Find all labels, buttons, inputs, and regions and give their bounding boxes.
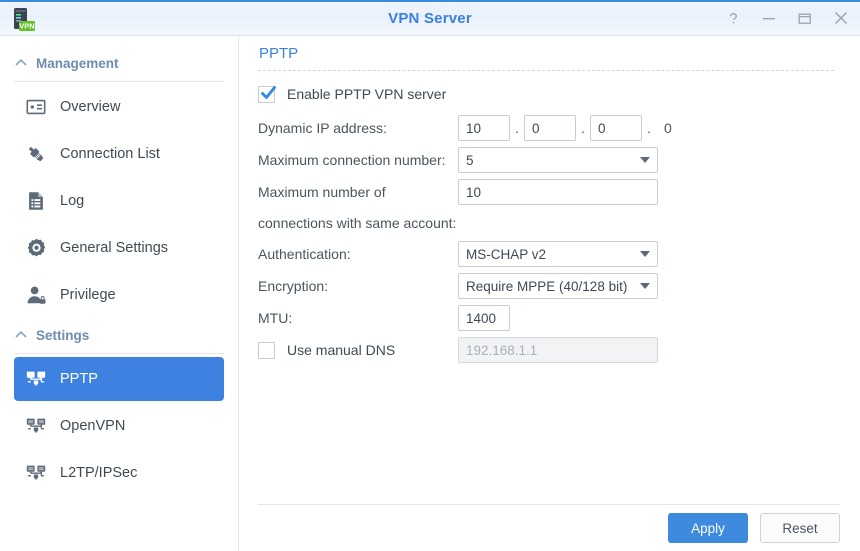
dynamic-ip-row: Dynamic IP address: 10 . 0 . 0 . 0 xyxy=(258,112,840,144)
footer-actions: Apply Reset xyxy=(668,513,840,543)
sidebar-group-management[interactable]: Management xyxy=(0,49,238,77)
checkmark-icon xyxy=(258,82,279,103)
title-divider xyxy=(258,70,834,71)
document-list-icon xyxy=(24,189,48,213)
page-title: PPTP xyxy=(259,45,299,62)
encryption-row: Encryption: Require MPPE (40/128 bit) xyxy=(258,270,840,302)
max-connections-label: Maximum connection number: xyxy=(258,152,446,168)
ip-separator: . xyxy=(581,120,585,136)
enable-pptp-row: Enable PPTP VPN server xyxy=(258,79,840,109)
sidebar-item-label: Connection List xyxy=(60,146,160,162)
chevron-up-icon xyxy=(14,328,28,342)
manual-dns-input[interactable]: 192.168.1.1 xyxy=(458,337,658,363)
apply-button[interactable]: Apply xyxy=(668,513,748,543)
sidebar-item-privilege[interactable]: Privilege xyxy=(14,273,224,317)
gear-icon xyxy=(24,236,48,260)
enable-pptp-checkbox[interactable] xyxy=(258,85,276,103)
window-controls xyxy=(724,8,850,28)
sidebar-group-settings[interactable]: Settings xyxy=(0,321,238,349)
sidebar-item-label: OpenVPN xyxy=(60,418,126,434)
encryption-label: Encryption: xyxy=(258,278,329,294)
window-body: Management Overview Connection List Log … xyxy=(0,37,860,551)
sidebar-item-overview[interactable]: Overview xyxy=(14,85,224,129)
ip-separator: . xyxy=(647,120,651,136)
sidebar-item-label: General Settings xyxy=(60,240,169,256)
mtu-label: MTU: xyxy=(258,310,293,326)
network-monitors-icon xyxy=(24,367,48,391)
vpn-server-window: VPN VPN Server Management Overview Conne… xyxy=(0,0,860,551)
sidebar-divider xyxy=(14,353,224,354)
minimize-icon[interactable] xyxy=(760,8,778,28)
plug-icon xyxy=(24,142,48,166)
max-connections-value: 5 xyxy=(466,152,474,168)
max-connections-row: Maximum connection number: 5 xyxy=(258,144,840,176)
network-monitors-icon xyxy=(24,461,48,485)
manual-dns-row: Use manual DNS 192.168.1.1 xyxy=(258,334,840,366)
authentication-row: Authentication: MS-CHAP v2 xyxy=(258,238,840,270)
ip-separator: . xyxy=(515,120,519,136)
authentication-select[interactable]: MS-CHAP v2 xyxy=(458,241,658,267)
max-same-account-label-line2: connections with same account: xyxy=(258,215,457,231)
sidebar: Management Overview Connection List Log … xyxy=(0,37,239,551)
mtu-input[interactable]: 1400 xyxy=(458,305,510,331)
sidebar-divider xyxy=(14,81,224,82)
sidebar-item-general-settings[interactable]: General Settings xyxy=(14,226,224,270)
authentication-value: MS-CHAP v2 xyxy=(466,246,547,262)
chevron-up-icon xyxy=(14,56,28,70)
authentication-label: Authentication: xyxy=(258,246,351,262)
enable-pptp-label: Enable PPTP VPN server xyxy=(287,86,447,102)
pptp-settings-form: Enable PPTP VPN server Dynamic IP addres… xyxy=(258,79,840,366)
sidebar-item-log[interactable]: Log xyxy=(14,179,224,223)
manual-dns-label-group: Use manual DNS xyxy=(258,341,458,359)
id-card-icon xyxy=(24,95,48,119)
sidebar-item-label: Privilege xyxy=(60,287,116,303)
dynamic-ip-octet3-input[interactable]: 0 xyxy=(590,115,642,141)
encryption-select[interactable]: Require MPPE (40/128 bit) xyxy=(458,273,658,299)
help-icon[interactable] xyxy=(724,8,742,28)
sidebar-item-label: Log xyxy=(60,193,85,209)
chevron-down-icon xyxy=(640,157,650,163)
dynamic-ip-octet4-value: 0 xyxy=(664,120,672,136)
dynamic-ip-label: Dynamic IP address: xyxy=(258,120,387,136)
max-same-account-row: Maximum number of 10 xyxy=(258,176,840,208)
reset-button[interactable]: Reset xyxy=(760,513,840,543)
encryption-value: Require MPPE (40/128 bit) xyxy=(466,278,628,294)
sidebar-group-label: Settings xyxy=(36,327,90,343)
sidebar-item-l2tp-ipsec[interactable]: L2TP/IPSec xyxy=(14,451,224,495)
sidebar-item-pptp[interactable]: PPTP xyxy=(14,357,224,401)
close-icon[interactable] xyxy=(832,8,850,28)
max-same-account-label-line1: Maximum number of xyxy=(258,184,386,200)
mtu-row: MTU: 1400 xyxy=(258,302,840,334)
chevron-down-icon xyxy=(640,283,650,289)
manual-dns-checkbox[interactable] xyxy=(258,341,275,359)
sidebar-group-label: Management xyxy=(36,55,119,71)
maximize-icon[interactable] xyxy=(796,8,814,28)
dynamic-ip-octet2-input[interactable]: 0 xyxy=(524,115,576,141)
sidebar-item-connection-list[interactable]: Connection List xyxy=(14,132,224,176)
sidebar-item-label: PPTP xyxy=(60,371,98,387)
title-bar: VPN VPN Server xyxy=(0,2,860,36)
manual-dns-label: Use manual DNS xyxy=(287,342,396,358)
footer-divider xyxy=(258,504,840,505)
dynamic-ip-octet1-input[interactable]: 10 xyxy=(458,115,510,141)
sidebar-item-label: L2TP/IPSec xyxy=(60,465,138,481)
max-connections-select[interactable]: 5 xyxy=(458,147,658,173)
content-pane: PPTP Enable PPTP VPN server Dynamic IP a… xyxy=(239,37,860,551)
network-monitors-icon xyxy=(24,414,48,438)
chevron-down-icon xyxy=(640,251,650,257)
sidebar-item-openvpn[interactable]: OpenVPN xyxy=(14,404,224,448)
sidebar-item-label: Overview xyxy=(60,99,121,115)
max-same-account-input[interactable]: 10 xyxy=(458,179,658,205)
user-lock-icon xyxy=(24,283,48,307)
